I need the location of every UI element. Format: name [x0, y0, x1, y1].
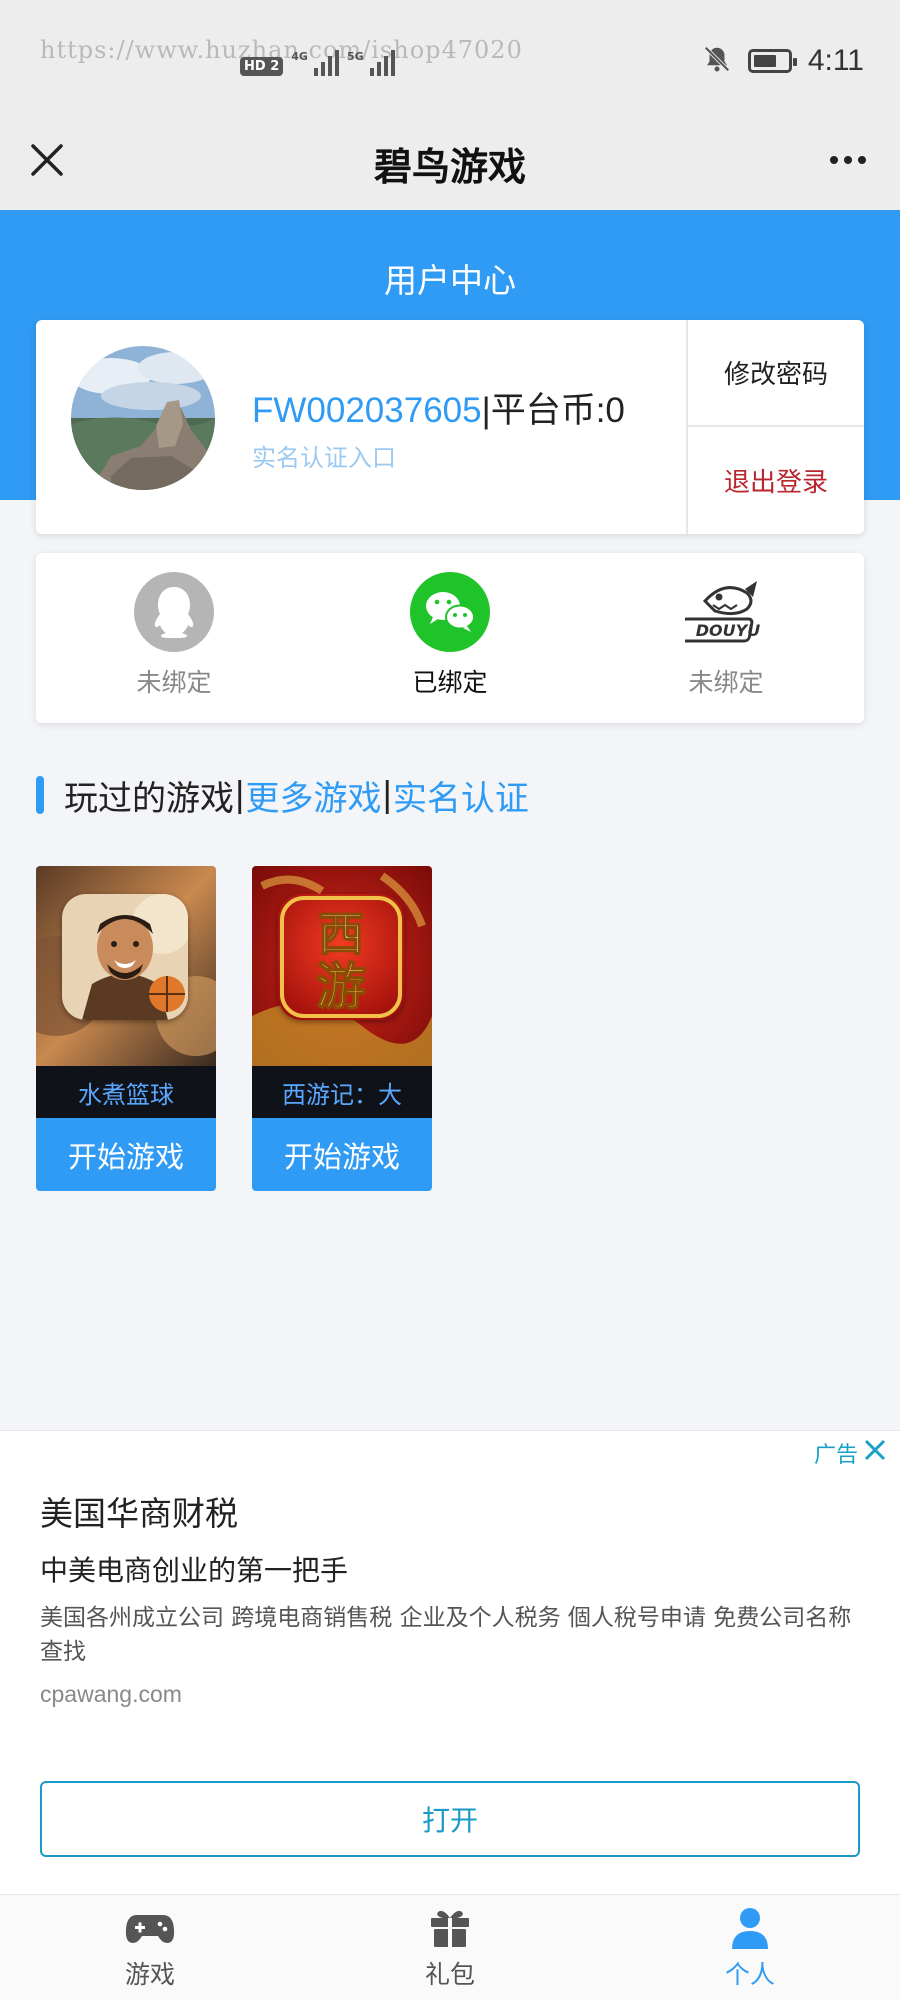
game-icon-xiyou: 西 游: [278, 894, 404, 1020]
wechat-icon: [409, 571, 491, 653]
ad-subtitle: 中美电商创业的第一把手: [40, 1554, 349, 1587]
ad-url: cpawang.com: [40, 1681, 182, 1707]
account-bindings: 未绑定 已绑定 DOUYU 未绑定: [36, 553, 864, 723]
avatar[interactable]: [71, 346, 215, 490]
signal-1-tag: 4G: [291, 50, 308, 63]
gamepad-icon: [125, 1905, 175, 1951]
more-dots-icon: [830, 156, 838, 164]
ad-tag: 广告: [814, 1437, 886, 1469]
bind-douyu[interactable]: DOUYU 未绑定: [588, 553, 864, 723]
section-accent-bar: [36, 776, 44, 814]
realname-link[interactable]: 实名认证: [393, 771, 529, 820]
id-separator: |: [481, 391, 491, 430]
ad-label: 广告: [813, 1443, 858, 1468]
more-button[interactable]: [818, 135, 878, 185]
ad-banner[interactable]: 广告 美国华商财税 中美电商创业的第一把手 美国各州成立公司 跨境电商销售税 企…: [0, 1430, 900, 1894]
ad-title: 美国华商财税: [40, 1494, 238, 1533]
ad-open-button[interactable]: 打开: [40, 1781, 860, 1857]
nav-label-games: 游戏: [124, 1959, 175, 1989]
bind-douyu-status: 未绑定: [688, 668, 764, 697]
status-right: 4:11: [702, 44, 864, 78]
nav-label-gifts: 礼包: [424, 1959, 475, 1989]
battery-icon: [747, 49, 797, 73]
user-id-line: FW002037605|平台币:0: [252, 382, 625, 433]
signal-2-icon: [369, 50, 395, 76]
change-password-button[interactable]: 修改密码: [688, 320, 864, 427]
game-icon-glyph-1: 西: [318, 907, 364, 961]
ad-description: 美国各州成立公司 跨境电商销售税 企业及个人税务 個人稅号申请 免费公司名称查找: [40, 1605, 852, 1665]
bind-qq[interactable]: 未绑定: [36, 553, 312, 723]
qq-icon: [133, 571, 215, 653]
bind-wechat[interactable]: 已绑定: [312, 553, 588, 723]
nav-item-gifts[interactable]: 礼包: [300, 1895, 600, 2000]
bind-wechat-status: 已绑定: [412, 668, 488, 697]
network-indicators: HD 2 4G 5G: [240, 50, 395, 76]
nav-item-profile[interactable]: 个人: [600, 1895, 900, 2000]
start-game-button[interactable]: 开始游戏: [36, 1118, 216, 1191]
svg-text:DOUYU: DOUYU: [696, 621, 760, 640]
account-actions: 修改密码 退出登录: [686, 320, 864, 534]
game-banner: [36, 866, 216, 1066]
platform-coins: 平台币:0: [490, 391, 625, 430]
section-separator: |: [381, 775, 393, 815]
game-banner: 西 游: [252, 866, 432, 1066]
page-title: 碧鸟游戏: [373, 145, 526, 189]
close-icon: [864, 1439, 886, 1461]
game-name: 西游记：大: [252, 1066, 432, 1118]
nav-label-profile: 个人: [724, 1959, 775, 1989]
douyu-icon: DOUYU: [685, 571, 767, 653]
signal-2-tag: 5G: [346, 50, 364, 63]
game-name: 水煮篮球: [36, 1066, 216, 1118]
hd-badge: HD 2: [240, 57, 284, 76]
mute-bell-icon: [702, 44, 732, 78]
nav-item-games[interactable]: 游戏: [0, 1895, 300, 2000]
clock: 4:11: [807, 44, 864, 77]
start-game-button[interactable]: 开始游戏: [252, 1118, 432, 1191]
user-card: FW002037605|平台币:0 实名认证入口 修改密码 退出登录: [36, 320, 864, 534]
status-bar: https://www.huzhan.com/ishop47020 HD 2 4…: [0, 0, 900, 110]
ad-close-button[interactable]: [864, 1439, 886, 1467]
bind-qq-status: 未绑定: [136, 668, 212, 697]
logout-button[interactable]: 退出登录: [688, 427, 864, 534]
bottom-nav: 游戏 礼包 个人: [0, 1894, 900, 2000]
played-games-header: 玩过的游戏 | 更多游戏 | 实名认证: [36, 770, 529, 820]
more-games-link[interactable]: 更多游戏: [245, 771, 381, 820]
user-id: FW002037605: [252, 391, 482, 430]
person-icon: [730, 1905, 770, 1951]
signal-1-icon: [313, 50, 339, 76]
title-bar: 碧鸟游戏: [0, 110, 900, 210]
gift-icon: [429, 1905, 471, 1951]
played-games-label: 玩过的游戏: [64, 778, 234, 819]
game-card[interactable]: 西 游 西游记：大 开始游戏: [252, 866, 432, 1191]
game-icon-basketball: [62, 894, 188, 1020]
user-center-title: 用户中心: [384, 261, 516, 300]
realname-entry-link[interactable]: 实名认证入口: [252, 438, 396, 473]
section-separator: |: [234, 775, 246, 815]
game-icon-glyph-2: 游: [316, 957, 366, 1016]
game-card[interactable]: 水煮篮球 开始游戏: [36, 866, 216, 1191]
